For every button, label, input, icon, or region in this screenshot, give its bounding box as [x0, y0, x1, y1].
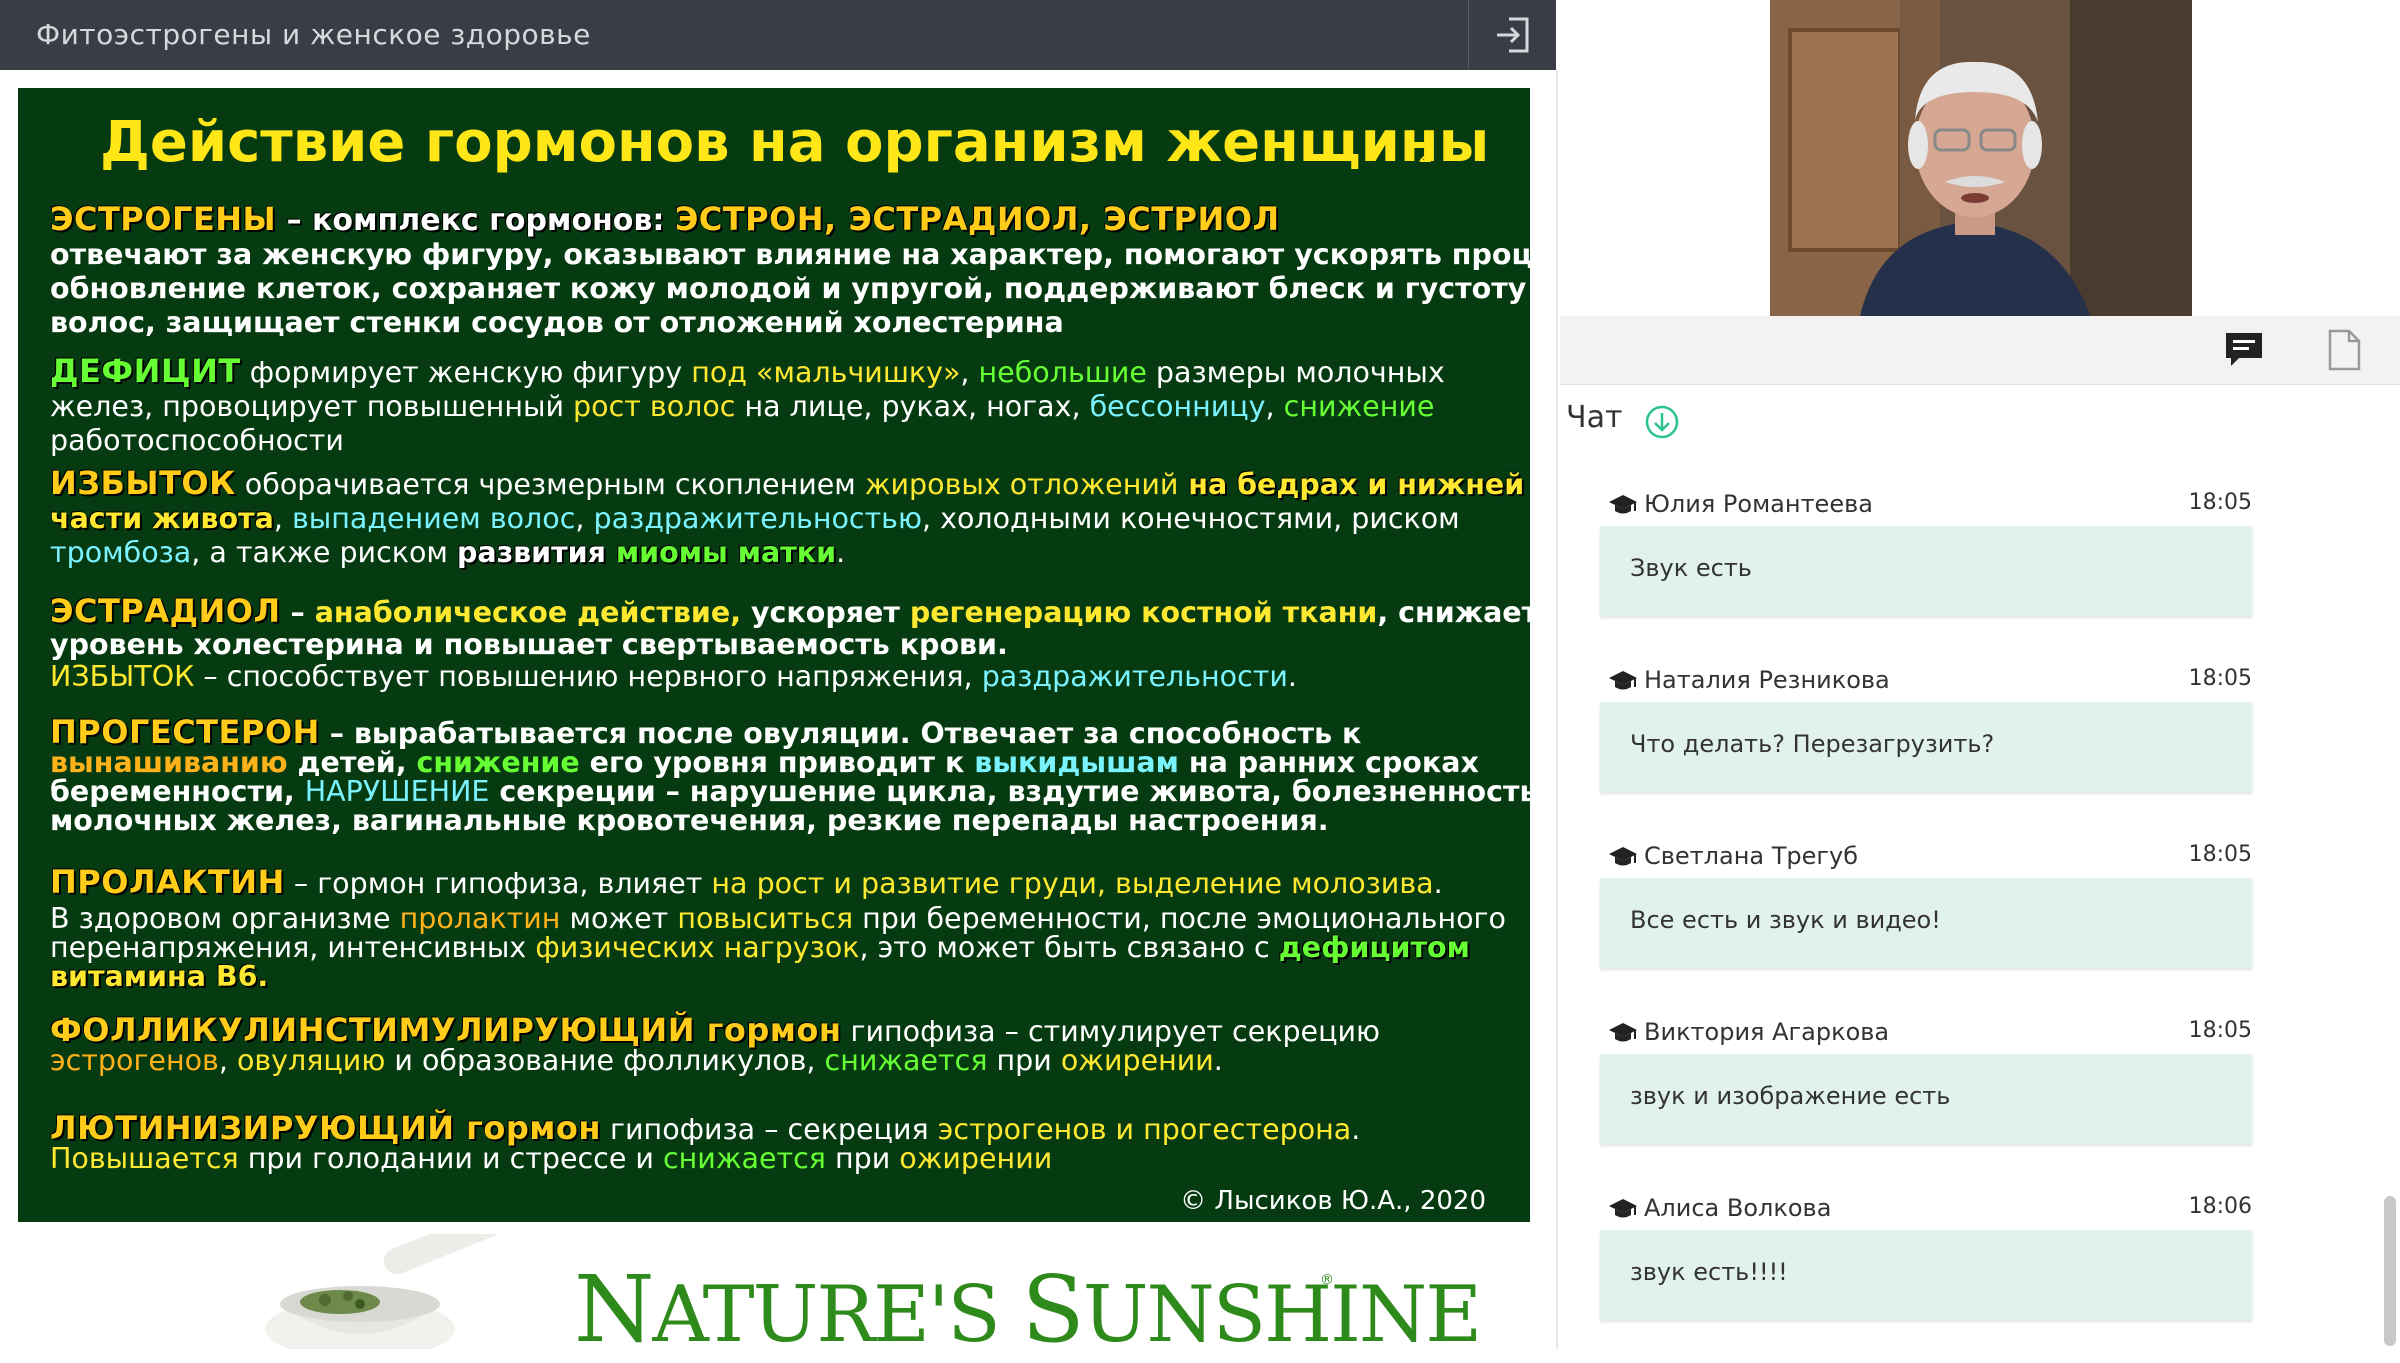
graduation-cap-icon: [1609, 671, 1637, 690]
chat-message: Виктория Агаркова 18:05 звук и изображен…: [1600, 1016, 2252, 1144]
graduation-cap-icon: [1609, 1023, 1637, 1042]
chat-message: Юлия Романтеева 18:05 Звук есть: [1600, 488, 2252, 616]
chat-message: Наталия Резникова 18:05 Что делать? Пере…: [1600, 664, 2252, 792]
slide-copyright: © Лысиков Ю.А., 2020: [1180, 1186, 1486, 1216]
exit-icon: [1497, 17, 1529, 53]
panel-divider: [1556, 70, 1558, 1349]
registered-mark: ®: [1320, 1272, 1334, 1288]
deficit-heading: ДЕФИЦИТ: [50, 352, 241, 390]
brand-logo-strip: NATURE'S SUNSHINE ®: [200, 1234, 1482, 1363]
message-bubble: Что делать? Перезагрузить?: [1600, 702, 2252, 792]
message-text: Звук есть: [1630, 554, 1752, 582]
presenter-video-frame: [1770, 0, 2192, 316]
chat-title: Чат: [1566, 400, 1623, 435]
slide-number: 2: [1418, 140, 1434, 168]
exit-button[interactable]: [1468, 0, 1557, 70]
message-header: Юлия Романтеева 18:05: [1600, 488, 2252, 524]
chat-scrollbar[interactable]: [2384, 1196, 2396, 1346]
estradiol-heading: ЭСТРАДИОЛ: [50, 592, 281, 630]
webcam-video[interactable]: [1770, 0, 2192, 316]
presentation-title: Фитоэстрогены и женское здоровье: [36, 18, 591, 51]
message-header: Наталия Резникова 18:05: [1600, 664, 2252, 700]
section-prolactin: ПРОЛАКТИН – гормон гипофиза, влияет на р…: [50, 863, 1506, 993]
message-author: Алиса Волкова: [1644, 1194, 1832, 1222]
message-time: 18:05: [2188, 1018, 2252, 1043]
chat-message: Алиса Волкова 18:06 звук есть!!!!: [1600, 1192, 2252, 1320]
natures-sunshine-logo: NATURE'S SUNSHINE: [574, 1256, 1482, 1363]
section-estradiol: ЭСТРАДИОЛ – анаболическое действие, уско…: [50, 592, 1530, 693]
section-excess: ИЗБЫТОК оборачивается чрезмерным скоплен…: [50, 464, 1525, 569]
tab-chat[interactable]: [2200, 316, 2288, 384]
graduation-cap-icon: [1609, 1199, 1637, 1218]
section-estrogens: ЭСТРОГЕНЫ – комплекс гормонов: ЭСТРОН, Э…: [50, 200, 1530, 339]
chat-scroll-down-button[interactable]: [1644, 404, 1680, 444]
message-header: Алиса Волкова 18:06: [1600, 1192, 2252, 1228]
message-bubble: звук и изображение есть: [1600, 1054, 2252, 1144]
message-author: Виктория Агаркова: [1644, 1018, 1890, 1046]
message-time: 18:05: [2188, 490, 2252, 515]
message-author: Светлана Трегуб: [1644, 842, 1858, 870]
tab-files[interactable]: [2300, 316, 2388, 384]
message-text: Все есть и звук и видео!: [1630, 906, 1941, 934]
panel-toolbar: [1560, 316, 2400, 385]
message-bubble: Все есть и звук и видео!: [1600, 878, 2252, 968]
prolactin-heading: ПРОЛАКТИН: [50, 863, 285, 901]
estrogens-heading: ЭСТРОГЕНЫ: [50, 200, 277, 238]
arrow-down-circle-icon: [1645, 405, 1679, 439]
presentation-slide: Действие гормонов на организм женщины 2 …: [18, 88, 1530, 1222]
section-progesterone: ПРОГЕСТЕРОН – вырабатывается после овуля…: [50, 713, 1530, 837]
message-bubble: Звук есть: [1600, 526, 2252, 616]
section-lh: ЛЮТИНИЗИРУЮЩИЙ гормон гипофиза – секреци…: [50, 1109, 1361, 1175]
message-text: Что делать? Перезагрузить?: [1630, 730, 1995, 758]
message-author: Наталия Резникова: [1644, 666, 1890, 694]
message-header: Светлана Трегуб 18:05: [1600, 840, 2252, 876]
section-fsh: ФОЛЛИКУЛИНСТИМУЛИРУЮЩИЙ гормон гипофиза …: [50, 1011, 1380, 1077]
message-time: 18:05: [2188, 842, 2252, 867]
slide-title: Действие гормонов на организм женщины: [100, 110, 1490, 175]
graduation-cap-icon: [1609, 495, 1637, 514]
message-text: звук есть!!!!: [1630, 1258, 1788, 1286]
message-text: звук и изображение есть: [1630, 1082, 1951, 1110]
message-author: Юлия Романтеева: [1644, 490, 1873, 518]
section-deficit: ДЕФИЦИТ формирует женскую фигуру под «ма…: [50, 352, 1445, 457]
chat-message: Светлана Трегуб 18:05 Все есть и звук и …: [1600, 840, 2252, 968]
mortar-herbs-image: [265, 1234, 525, 1349]
message-header: Виктория Агаркова 18:05: [1600, 1016, 2252, 1052]
presentation-header: Фитоэстрогены и женское здоровье: [0, 0, 1556, 70]
graduation-cap-icon: [1609, 847, 1637, 866]
excess-heading: ИЗБЫТОК: [50, 464, 236, 502]
message-time: 18:06: [2188, 1194, 2252, 1219]
message-bubble: звук есть!!!!: [1600, 1230, 2252, 1320]
message-time: 18:05: [2188, 666, 2252, 691]
file-icon: [2328, 329, 2361, 371]
chat-icon: [2226, 333, 2262, 366]
